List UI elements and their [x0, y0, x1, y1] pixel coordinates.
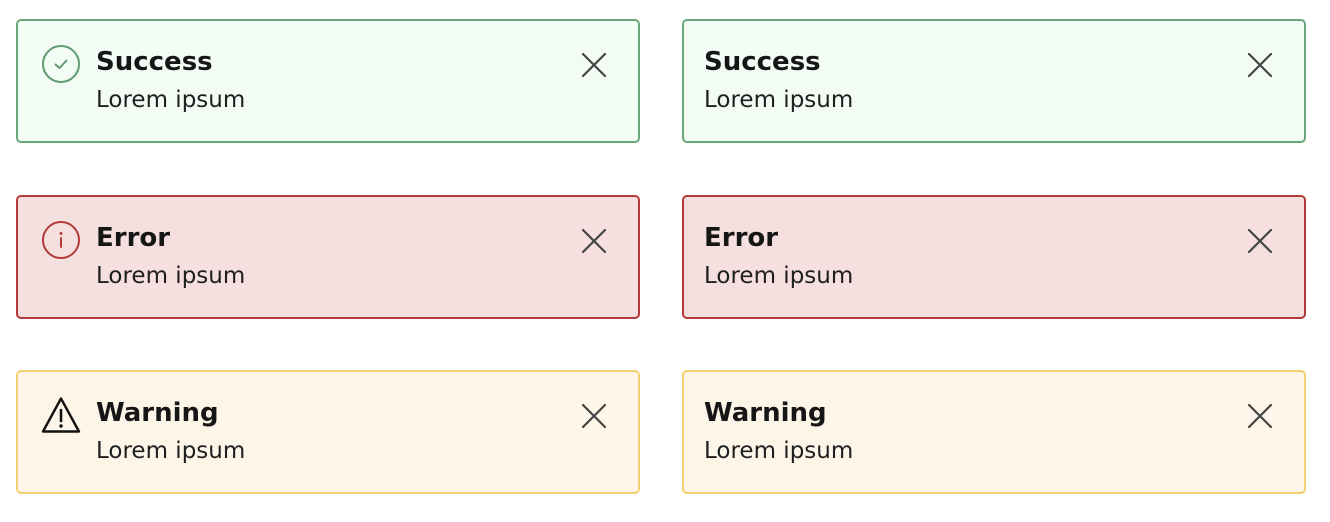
- error-alert-with-icon: Error Lorem ipsum: [16, 195, 640, 319]
- alert-message: Lorem ipsum: [704, 87, 854, 113]
- alert-message: Lorem ipsum: [96, 263, 246, 289]
- close-button[interactable]: [578, 225, 610, 257]
- info-circle-icon: [40, 219, 82, 261]
- close-icon: [1247, 403, 1273, 429]
- close-icon: [581, 52, 607, 78]
- success-alert: Success Lorem ipsum: [682, 19, 1306, 143]
- alert-content: Success Lorem ipsum: [96, 45, 245, 115]
- close-button[interactable]: [1244, 225, 1276, 257]
- warning-alert-with-icon: Warning Lorem ipsum: [16, 370, 640, 494]
- close-button[interactable]: [1244, 400, 1276, 432]
- alert-content: Error Lorem ipsum: [704, 221, 853, 291]
- close-button[interactable]: [578, 400, 610, 432]
- close-icon: [1247, 52, 1273, 78]
- alert-content: Success Lorem ipsum: [704, 45, 853, 115]
- alert-message: Lorem ipsum: [96, 87, 246, 113]
- alert-title: Warning: [704, 398, 827, 428]
- alert-content: Warning Lorem ipsum: [96, 396, 245, 466]
- close-button[interactable]: [1244, 49, 1276, 81]
- alerts-showcase: Success Lorem ipsum Success Lorem ipsum: [0, 0, 1330, 522]
- close-icon: [581, 228, 607, 254]
- alert-title: Warning: [96, 398, 219, 428]
- close-icon: [1247, 228, 1273, 254]
- close-button[interactable]: [578, 49, 610, 81]
- alert-message: Lorem ipsum: [704, 438, 854, 464]
- alert-message: Lorem ipsum: [704, 263, 854, 289]
- alert-message: Lorem ipsum: [96, 438, 246, 464]
- warning-alert: Warning Lorem ipsum: [682, 370, 1306, 494]
- alert-title: Error: [96, 223, 171, 253]
- alert-content: Warning Lorem ipsum: [704, 396, 853, 466]
- close-icon: [581, 403, 607, 429]
- alert-title: Error: [704, 223, 779, 253]
- success-alert-with-icon: Success Lorem ipsum: [16, 19, 640, 143]
- alert-title: Success: [704, 47, 821, 77]
- warning-triangle-icon: [40, 394, 82, 436]
- error-alert: Error Lorem ipsum: [682, 195, 1306, 319]
- alert-title: Success: [96, 47, 213, 77]
- alert-content: Error Lorem ipsum: [96, 221, 245, 291]
- check-circle-icon: [40, 43, 82, 85]
